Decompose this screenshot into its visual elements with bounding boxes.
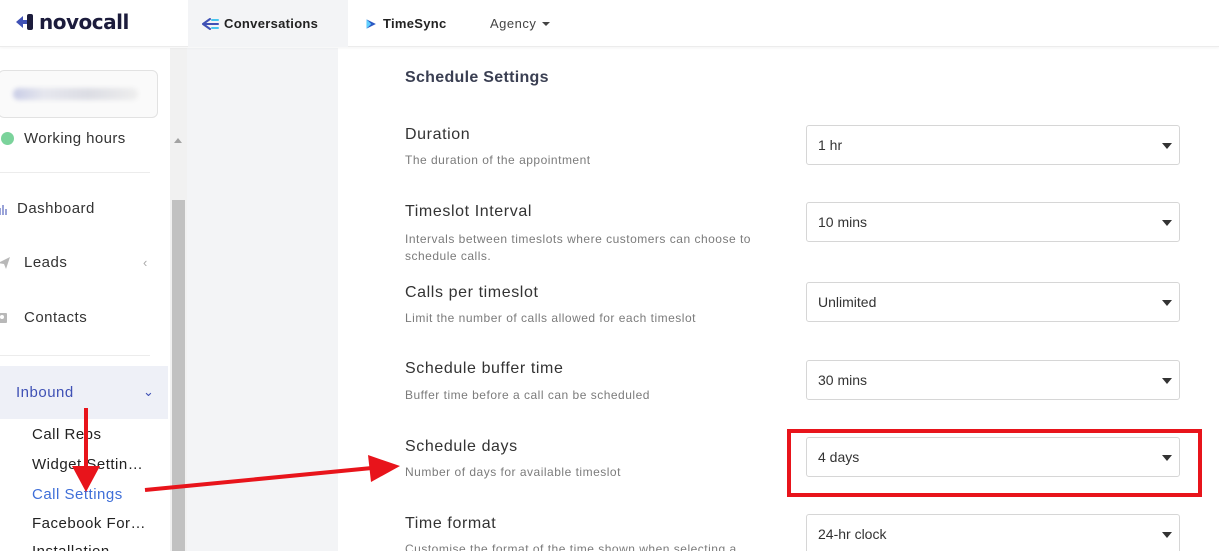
tab-conversations-label: Conversations [224,16,319,31]
duration-select[interactable]: 1 hr [806,125,1180,165]
caret-down-icon [1162,378,1172,384]
chevron-down-icon [542,21,551,26]
divider [0,172,150,173]
account-switcher[interactable] [0,70,158,118]
caret-down-icon [1162,532,1172,538]
setting-schedule-buffer-description: Buffer time before a call can be schedul… [405,388,650,402]
divider [0,355,150,356]
setting-calls-per-timeslot-description: Limit the number of calls allowed for ea… [405,311,696,325]
schedule-buffer-select-value: 30 mins [818,372,868,388]
sidebar-item-dashboard-label: Dashboard [17,200,95,217]
sidebar-scrollbar-thumb[interactable] [172,200,185,551]
sidebar-item-contacts[interactable]: Contacts [0,309,87,326]
sidebar-item-dashboard[interactable]: Dashboard [0,200,95,217]
conversations-icon [202,17,219,30]
setting-timeslot-interval-description: Intervals between timeslots where custom… [405,232,751,263]
caret-down-icon [1162,220,1172,226]
calls-per-timeslot-select[interactable]: Unlimited [806,282,1180,322]
timeslot-interval-select[interactable]: 10 mins [806,202,1180,242]
novocall-logo[interactable]: novocall [14,9,129,35]
tab-agency-dropdown[interactable]: Agency [478,0,551,47]
schedule-buffer-select[interactable]: 30 mins [806,360,1180,400]
tab-timesync-label: TimeSync [383,16,447,31]
setting-time-format-title: Time format [405,515,497,532]
sidebar-subitem-widget-settings[interactable]: Widget Settin… [32,456,143,473]
sidebar-subitem-facebook-forms[interactable]: Facebook For… [32,515,146,532]
chevron-down-icon[interactable]: ⌄ [143,384,154,400]
calls-per-timeslot-select-value: Unlimited [818,294,877,310]
novocall-logo-icon [16,14,33,30]
timeslot-interval-select-value: 10 mins [818,214,868,230]
sidebar-subitem-installation[interactable]: Installation [32,543,110,551]
sidebar-item-leads[interactable]: Leads [0,254,67,271]
logo-text: novocall [39,10,129,34]
account-name-redacted [13,88,138,100]
sidebar-item-contacts-label: Contacts [24,309,88,326]
caret-down-icon [1162,143,1172,149]
content-gutter [187,48,338,551]
setting-time-format-description: Customise the format of the time shown w… [405,542,737,551]
setting-schedule-days-title: Schedule days [405,438,518,455]
setting-schedule-buffer-title: Schedule buffer time [405,360,564,377]
working-hours-status[interactable]: Working hours [0,130,126,147]
setting-duration-description: The duration of the appointment [405,153,591,167]
setting-calls-per-timeslot-title: Calls per timeslot [405,284,539,301]
chevron-left-icon[interactable]: ‹ [143,255,147,270]
time-format-select-value: 24-hr clock [818,526,887,542]
working-hours-label: Working hours [24,130,126,147]
setting-schedule-days-description: Number of days for available timeslot [405,465,621,479]
duration-select-value: 1 hr [818,137,843,153]
timesync-icon [366,18,376,29]
page-title: Schedule Settings [405,69,549,86]
top-navigation-bar: novocall Conversations TimeSync Agency [0,0,1219,47]
setting-duration-title: Duration [405,126,471,143]
sidebar-subitem-call-settings[interactable]: Call Settings [32,486,123,503]
time-format-select[interactable]: 24-hr clock [806,514,1180,551]
sidebar-subitem-call-reps[interactable]: Call Reps [32,426,102,443]
scroll-up-arrow-icon[interactable] [174,138,182,143]
bar-chart-icon [0,204,7,215]
tab-conversations[interactable]: Conversations [188,0,348,47]
sidebar: Working hours Dashboard Leads ‹ Contacts… [0,48,170,551]
setting-timeslot-interval-title: Timeslot Interval [405,203,532,220]
contact-card-icon [0,312,7,323]
caret-down-icon [1162,300,1172,306]
sidebar-item-leads-label: Leads [24,254,68,271]
sidebar-item-inbound-label: Inbound [16,384,74,401]
status-dot-icon [1,132,14,145]
annotation-highlight-box [787,429,1202,497]
send-icon [0,256,10,269]
tab-timesync[interactable]: TimeSync [348,0,466,47]
sidebar-item-inbound[interactable]: Inbound [0,384,74,401]
tab-agency-label: Agency [490,16,537,31]
